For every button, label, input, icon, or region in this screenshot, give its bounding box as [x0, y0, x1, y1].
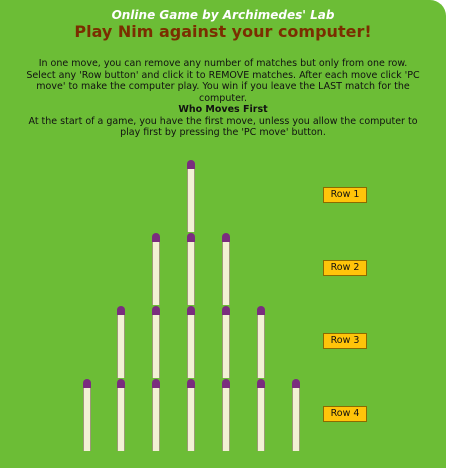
- match: [150, 306, 162, 378]
- match-row-4: Row 4: [0, 379, 446, 451]
- match: [185, 160, 197, 232]
- match: [255, 306, 267, 378]
- match: [115, 306, 127, 378]
- match: [220, 233, 232, 305]
- match: [220, 306, 232, 378]
- instructions-paragraph-2: At the start of a game, you have the fir…: [28, 115, 418, 139]
- instructions-paragraph-1: In one move, you can remove any number o…: [26, 58, 420, 104]
- page-title: Play Nim against your computer!: [74, 22, 372, 41]
- match: [255, 379, 267, 451]
- row-2-button[interactable]: Row 2: [323, 260, 367, 276]
- match-row-1: Row 1: [0, 160, 446, 232]
- match: [290, 379, 302, 451]
- site-subtitle: Online Game by Archimedes' Lab: [111, 8, 335, 22]
- match: [115, 379, 127, 451]
- row-1-button[interactable]: Row 1: [323, 187, 367, 203]
- who-moves-first-heading: Who Moves First: [178, 104, 268, 115]
- row-4-button[interactable]: Row 4: [323, 406, 367, 422]
- match-row-2: Row 2: [0, 233, 446, 305]
- match: [185, 306, 197, 378]
- instructions: In one move, you can remove any number o…: [26, 58, 420, 139]
- match: [220, 379, 232, 451]
- match: [81, 379, 93, 451]
- match: [185, 379, 197, 451]
- match-row-3: Row 3: [0, 306, 446, 378]
- game-panel: Online Game by Archimedes' Lab Play Nim …: [0, 0, 446, 468]
- match: [185, 233, 197, 305]
- row-3-button[interactable]: Row 3: [323, 333, 367, 349]
- match: [150, 233, 162, 305]
- match: [150, 379, 162, 451]
